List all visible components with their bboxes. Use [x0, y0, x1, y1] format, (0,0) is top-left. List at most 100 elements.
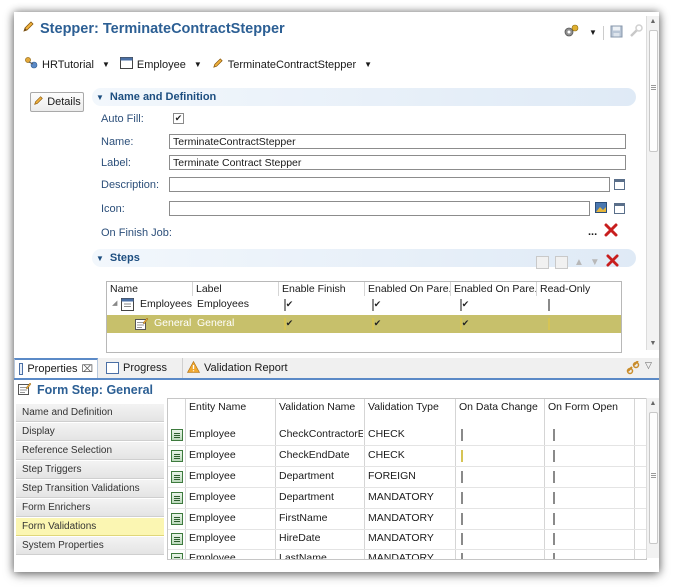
on-form-open-checkbox[interactable] [553, 429, 555, 441]
on-data-change-checkbox[interactable] [461, 553, 463, 559]
save-icon[interactable] [610, 25, 623, 41]
add-child-step-icon[interactable] [555, 255, 568, 269]
description-field[interactable] [169, 177, 610, 192]
table-row-selected[interactable]: General General [107, 315, 621, 333]
table-row[interactable]: Employee FirstName MANDATORY [168, 509, 646, 530]
enable-finish-checkbox[interactable] [284, 299, 286, 311]
tab-validation-report[interactable]: Validation Report [182, 358, 292, 378]
column-header-on-data-change[interactable]: On Data Change [459, 401, 538, 413]
auto-fill-checkbox[interactable] [173, 113, 184, 124]
on-data-change-checkbox[interactable] [461, 450, 463, 462]
on-data-change-checkbox[interactable] [461, 471, 463, 483]
nav-item-reference-selection[interactable]: Reference Selection [16, 442, 164, 460]
properties-vertical-scrollbar[interactable]: ▲ [646, 398, 659, 558]
table-row[interactable]: Employee Department MANDATORY [168, 488, 646, 509]
name-field[interactable]: TerminateContractStepper [169, 134, 626, 149]
editor-vertical-scrollbar[interactable]: ▲ ▼ [646, 16, 659, 350]
nav-item-name-definition[interactable]: Name and Definition [16, 404, 164, 422]
chevron-down-icon[interactable]: ▼ [194, 60, 202, 69]
on-form-open-checkbox[interactable] [553, 492, 555, 504]
icon-field[interactable] [169, 201, 590, 216]
scroll-thumb[interactable] [649, 30, 658, 152]
name-label: Name: [101, 136, 134, 148]
column-header-validation-name[interactable]: Validation Name [279, 401, 355, 413]
close-icon[interactable]: ⌧ [81, 364, 93, 375]
tools-icon[interactable] [629, 24, 643, 41]
gear-icon[interactable] [563, 24, 579, 41]
image-picker-icon[interactable] [595, 202, 607, 213]
collapse-triangle-icon[interactable]: ▼ [96, 93, 104, 102]
chevron-down-icon[interactable]: ▼ [102, 60, 110, 69]
link-with-editor-icon[interactable] [626, 360, 640, 378]
nav-item-system-properties[interactable]: System Properties [16, 537, 164, 555]
nav-item-form-validations[interactable]: Form Validations [16, 518, 164, 536]
table-row[interactable]: Employee CheckContractorE... CHECK [168, 425, 646, 446]
collapse-triangle-icon[interactable]: ▼ [96, 254, 104, 263]
scroll-up-icon[interactable]: ▲ [647, 398, 659, 410]
enable-finish-checkbox[interactable] [284, 318, 286, 330]
chevron-down-icon[interactable]: ▼ [364, 60, 372, 69]
scroll-down-icon[interactable]: ▼ [647, 338, 659, 350]
column-header-enable-finish[interactable]: Enable Finish [279, 282, 365, 296]
on-form-open-checkbox[interactable] [553, 533, 555, 545]
tab-progress[interactable]: Progress [102, 358, 182, 378]
column-header-on-form-open[interactable]: On Form Open [548, 401, 618, 413]
on-data-change-checkbox[interactable] [461, 492, 463, 504]
move-down-icon[interactable]: ▼ [590, 257, 600, 268]
column-header-enabled-on-parent[interactable]: Enabled On Pare... [451, 282, 537, 296]
breadcrumb-item-stepper[interactable]: TerminateContractStepper ▼ [212, 57, 372, 72]
table-row[interactable]: ◢ Employees Employees [107, 296, 621, 314]
column-header-label[interactable]: Label [193, 282, 279, 296]
enabled-on-parent-checkbox[interactable] [460, 299, 462, 311]
enabled-on-parent-checkbox[interactable] [372, 318, 374, 330]
section-header-name-definition[interactable]: ▼ Name and Definition [92, 88, 636, 106]
scroll-up-icon[interactable]: ▲ [647, 16, 659, 28]
delete-icon[interactable] [606, 254, 619, 270]
nav-item-step-transition-validations[interactable]: Step Transition Validations [16, 480, 164, 498]
table-row[interactable]: Employee CheckEndDate CHECK [168, 446, 646, 467]
scroll-thumb[interactable] [649, 412, 658, 544]
enabled-on-parent-checkbox[interactable] [460, 318, 462, 330]
tree-expand-icon[interactable]: ◢ [112, 299, 117, 307]
breadcrumb-item-entity[interactable]: Employee ▼ [119, 57, 202, 72]
column-header-entity-name[interactable]: Entity Name [189, 401, 246, 413]
browse-button[interactable]: ... [588, 226, 597, 238]
progress-icon [106, 362, 119, 374]
on-form-open-checkbox[interactable] [553, 450, 555, 462]
read-only-checkbox[interactable] [548, 299, 550, 311]
table-row[interactable]: Employee Department FOREIGN [168, 467, 646, 488]
on-data-change-checkbox[interactable] [461, 533, 463, 545]
pencil-icon [22, 20, 35, 37]
on-form-open-checkbox[interactable] [553, 513, 555, 525]
on-form-open-checkbox[interactable] [553, 553, 555, 559]
column-header-validation-type[interactable]: Validation Type [368, 401, 439, 413]
entity-icon [121, 298, 134, 314]
table-row[interactable]: Employee HireDate MANDATORY [168, 529, 646, 550]
column-header-name[interactable]: Name [107, 282, 193, 296]
expand-editor-icon[interactable] [614, 179, 625, 190]
on-data-change-checkbox[interactable] [461, 513, 463, 525]
validation-name-cell: LastName [279, 552, 327, 560]
nav-item-form-enrichers[interactable]: Form Enrichers [16, 499, 164, 517]
expand-editor-icon[interactable] [614, 203, 625, 214]
on-data-change-checkbox[interactable] [461, 429, 463, 441]
enabled-on-parent-checkbox[interactable] [372, 299, 374, 311]
breadcrumb-label: Employee [136, 58, 186, 71]
nav-item-step-triggers[interactable]: Step Triggers [16, 461, 164, 479]
form-step-icon [135, 317, 149, 333]
chevron-down-icon[interactable]: ▼ [589, 28, 597, 37]
delete-icon[interactable] [604, 223, 618, 240]
nav-item-display[interactable]: Display [16, 423, 164, 441]
tab-properties[interactable]: Properties ⌧ [14, 358, 98, 378]
move-up-icon[interactable]: ▲ [574, 257, 584, 268]
label-field[interactable]: Terminate Contract Stepper [169, 155, 626, 170]
view-menu-icon[interactable]: ▽ [645, 360, 652, 371]
details-button[interactable]: Details [30, 92, 84, 112]
column-header-read-only[interactable]: Read-Only [537, 282, 621, 296]
read-only-checkbox[interactable] [548, 318, 550, 330]
breadcrumb-item-project[interactable]: HRTutorial ▼ [24, 56, 110, 73]
on-form-open-checkbox[interactable] [553, 471, 555, 483]
add-step-icon[interactable] [536, 255, 549, 269]
column-header-enabled-on-parent[interactable]: Enabled On Pare... [365, 282, 451, 296]
table-row[interactable]: Employee LastName MANDATORY [168, 549, 646, 560]
